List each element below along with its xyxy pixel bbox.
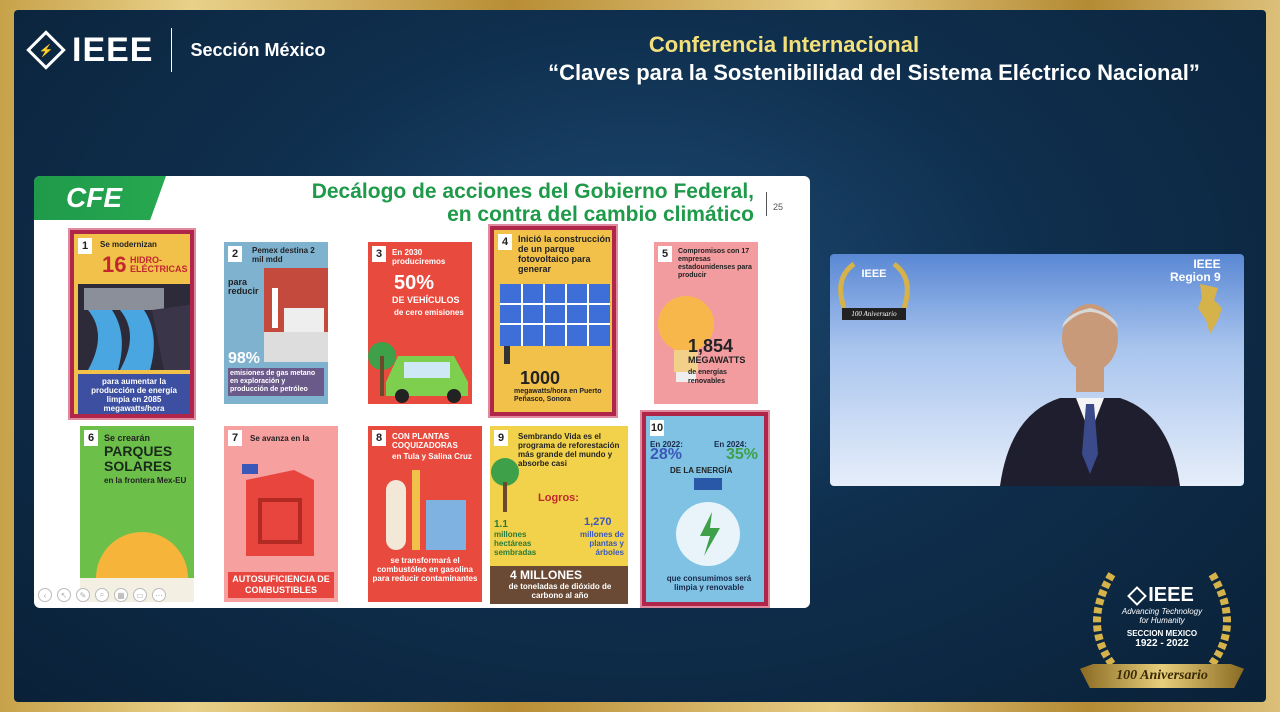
- dam-illustration: [78, 284, 190, 370]
- decalogue-card-3: 3 En 2030 produciremos 50% DE VEHÍCULOS …: [368, 242, 472, 404]
- decalogue-card-7: 7 Se avanza en la AUTOSUFICIENCIA DE COM…: [224, 426, 338, 602]
- speaker-webcam: IEEE 100 Aniversario IEEE Region 9: [830, 254, 1244, 486]
- conference-subtitle: “Claves para la Sostenibilidad del Siste…: [548, 60, 1200, 85]
- broadcast-stage: ⚡ IEEE Sección México Conferencia Intern…: [14, 10, 1266, 702]
- slide-page-number: 25: [766, 192, 783, 216]
- decalogue-card-6: 6 Se crearán PARQUES SOLARES en la front…: [80, 426, 194, 602]
- fuel-can-icon: [242, 464, 314, 556]
- grid-icon[interactable]: ▦: [114, 588, 128, 602]
- more-icon[interactable]: ⋯: [152, 588, 166, 602]
- refinery-illustration: [264, 268, 328, 362]
- cfe-logo: CFE: [34, 176, 166, 220]
- prev-slide-icon[interactable]: ‹: [38, 588, 52, 602]
- decalogue-card-1: 1 Se modernizan 16 HIDRO-ELÉCTRICAS para…: [70, 230, 194, 418]
- energy-bulb-icon: [676, 478, 740, 566]
- americas-map-icon: [1198, 284, 1222, 334]
- conference-title: Conferencia Internacional: [648, 32, 920, 57]
- pointer-icon[interactable]: ↖: [57, 588, 71, 602]
- logo-divider: [171, 28, 173, 72]
- zoom-icon[interactable]: ⌕: [95, 588, 109, 602]
- decalogue-card-5: 5 Compromisos con 17 empresas estadounid…: [654, 242, 758, 404]
- car-illustration: [368, 342, 468, 403]
- decalogue-card-8: 8 CON PLANTAS COQUIZADORAS en Tula y Sal…: [368, 426, 482, 602]
- ieee-logo: ⚡ IEEE Sección México: [26, 28, 326, 72]
- decalogue-card-2: 2 Pemex destina 2 mil mdd para reducir 9…: [224, 242, 328, 404]
- section-label: Sección México: [190, 39, 326, 60]
- decalogue-card-4: 4 Inició la construcción de un parque fo…: [490, 226, 616, 416]
- ieee-100-anniversary-logo: IEEE Advancing Technology for Humanity S…: [1072, 564, 1252, 692]
- pen-icon[interactable]: ✎: [76, 588, 90, 602]
- subtitle-icon[interactable]: ▭: [133, 588, 147, 602]
- tree-icon: [491, 458, 519, 512]
- region9-logo: IEEE Region 9: [1170, 257, 1221, 284]
- ieee-logo-text: IEEE: [72, 30, 154, 69]
- slide-title: Decálogo de acciones del Gobierno Federa…: [311, 180, 754, 226]
- anniversary-badge-small: IEEE 100 Aniversario: [832, 256, 916, 326]
- presentation-slide: CFE Decálogo de acciones del Gobierno Fe…: [34, 176, 810, 608]
- speaker-person: [1000, 304, 1180, 486]
- decalogue-card-10: 10 En 2022: 28% En 2024: 35% DE LA ENERG…: [642, 412, 768, 606]
- solar-panel-illustration: [500, 284, 610, 364]
- decalogue-card-9: 9 Sembrando Vida es el programa de refor…: [490, 426, 628, 604]
- slide-controls[interactable]: ‹ ↖ ✎ ⌕ ▦ ▭ ⋯: [38, 588, 166, 602]
- plant-tanks-illustration: [386, 470, 466, 550]
- anniversary-ribbon: 100 Aniversario: [1080, 664, 1244, 688]
- ieee-diamond-icon: ⚡: [26, 30, 66, 70]
